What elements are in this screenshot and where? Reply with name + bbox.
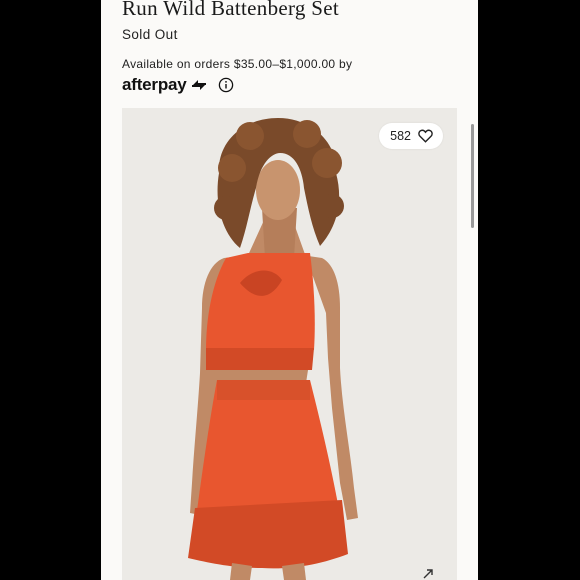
product-photo[interactable]: 582 <box>122 108 457 580</box>
like-count: 582 <box>390 129 411 143</box>
expand-icon[interactable] <box>421 568 435 580</box>
heart-icon <box>418 129 433 143</box>
product-title: Run Wild Battenberg Set <box>122 0 340 20</box>
product-page: Run Wild Battenberg Set Sold Out Availab… <box>101 0 478 580</box>
scrollbar-thumb[interactable] <box>471 124 474 228</box>
info-icon[interactable] <box>218 77 234 93</box>
afterpay-logo: afterpay <box>122 75 187 94</box>
afterpay-arrows-icon <box>191 80 206 90</box>
afterpay-availability-text: Available on orders $35.00–$1,000.00 by <box>122 57 353 71</box>
like-button[interactable]: 582 <box>379 123 443 149</box>
stock-status: Sold Out <box>122 27 178 42</box>
afterpay-row: afterpay <box>122 75 234 95</box>
model-illustration <box>188 118 358 580</box>
